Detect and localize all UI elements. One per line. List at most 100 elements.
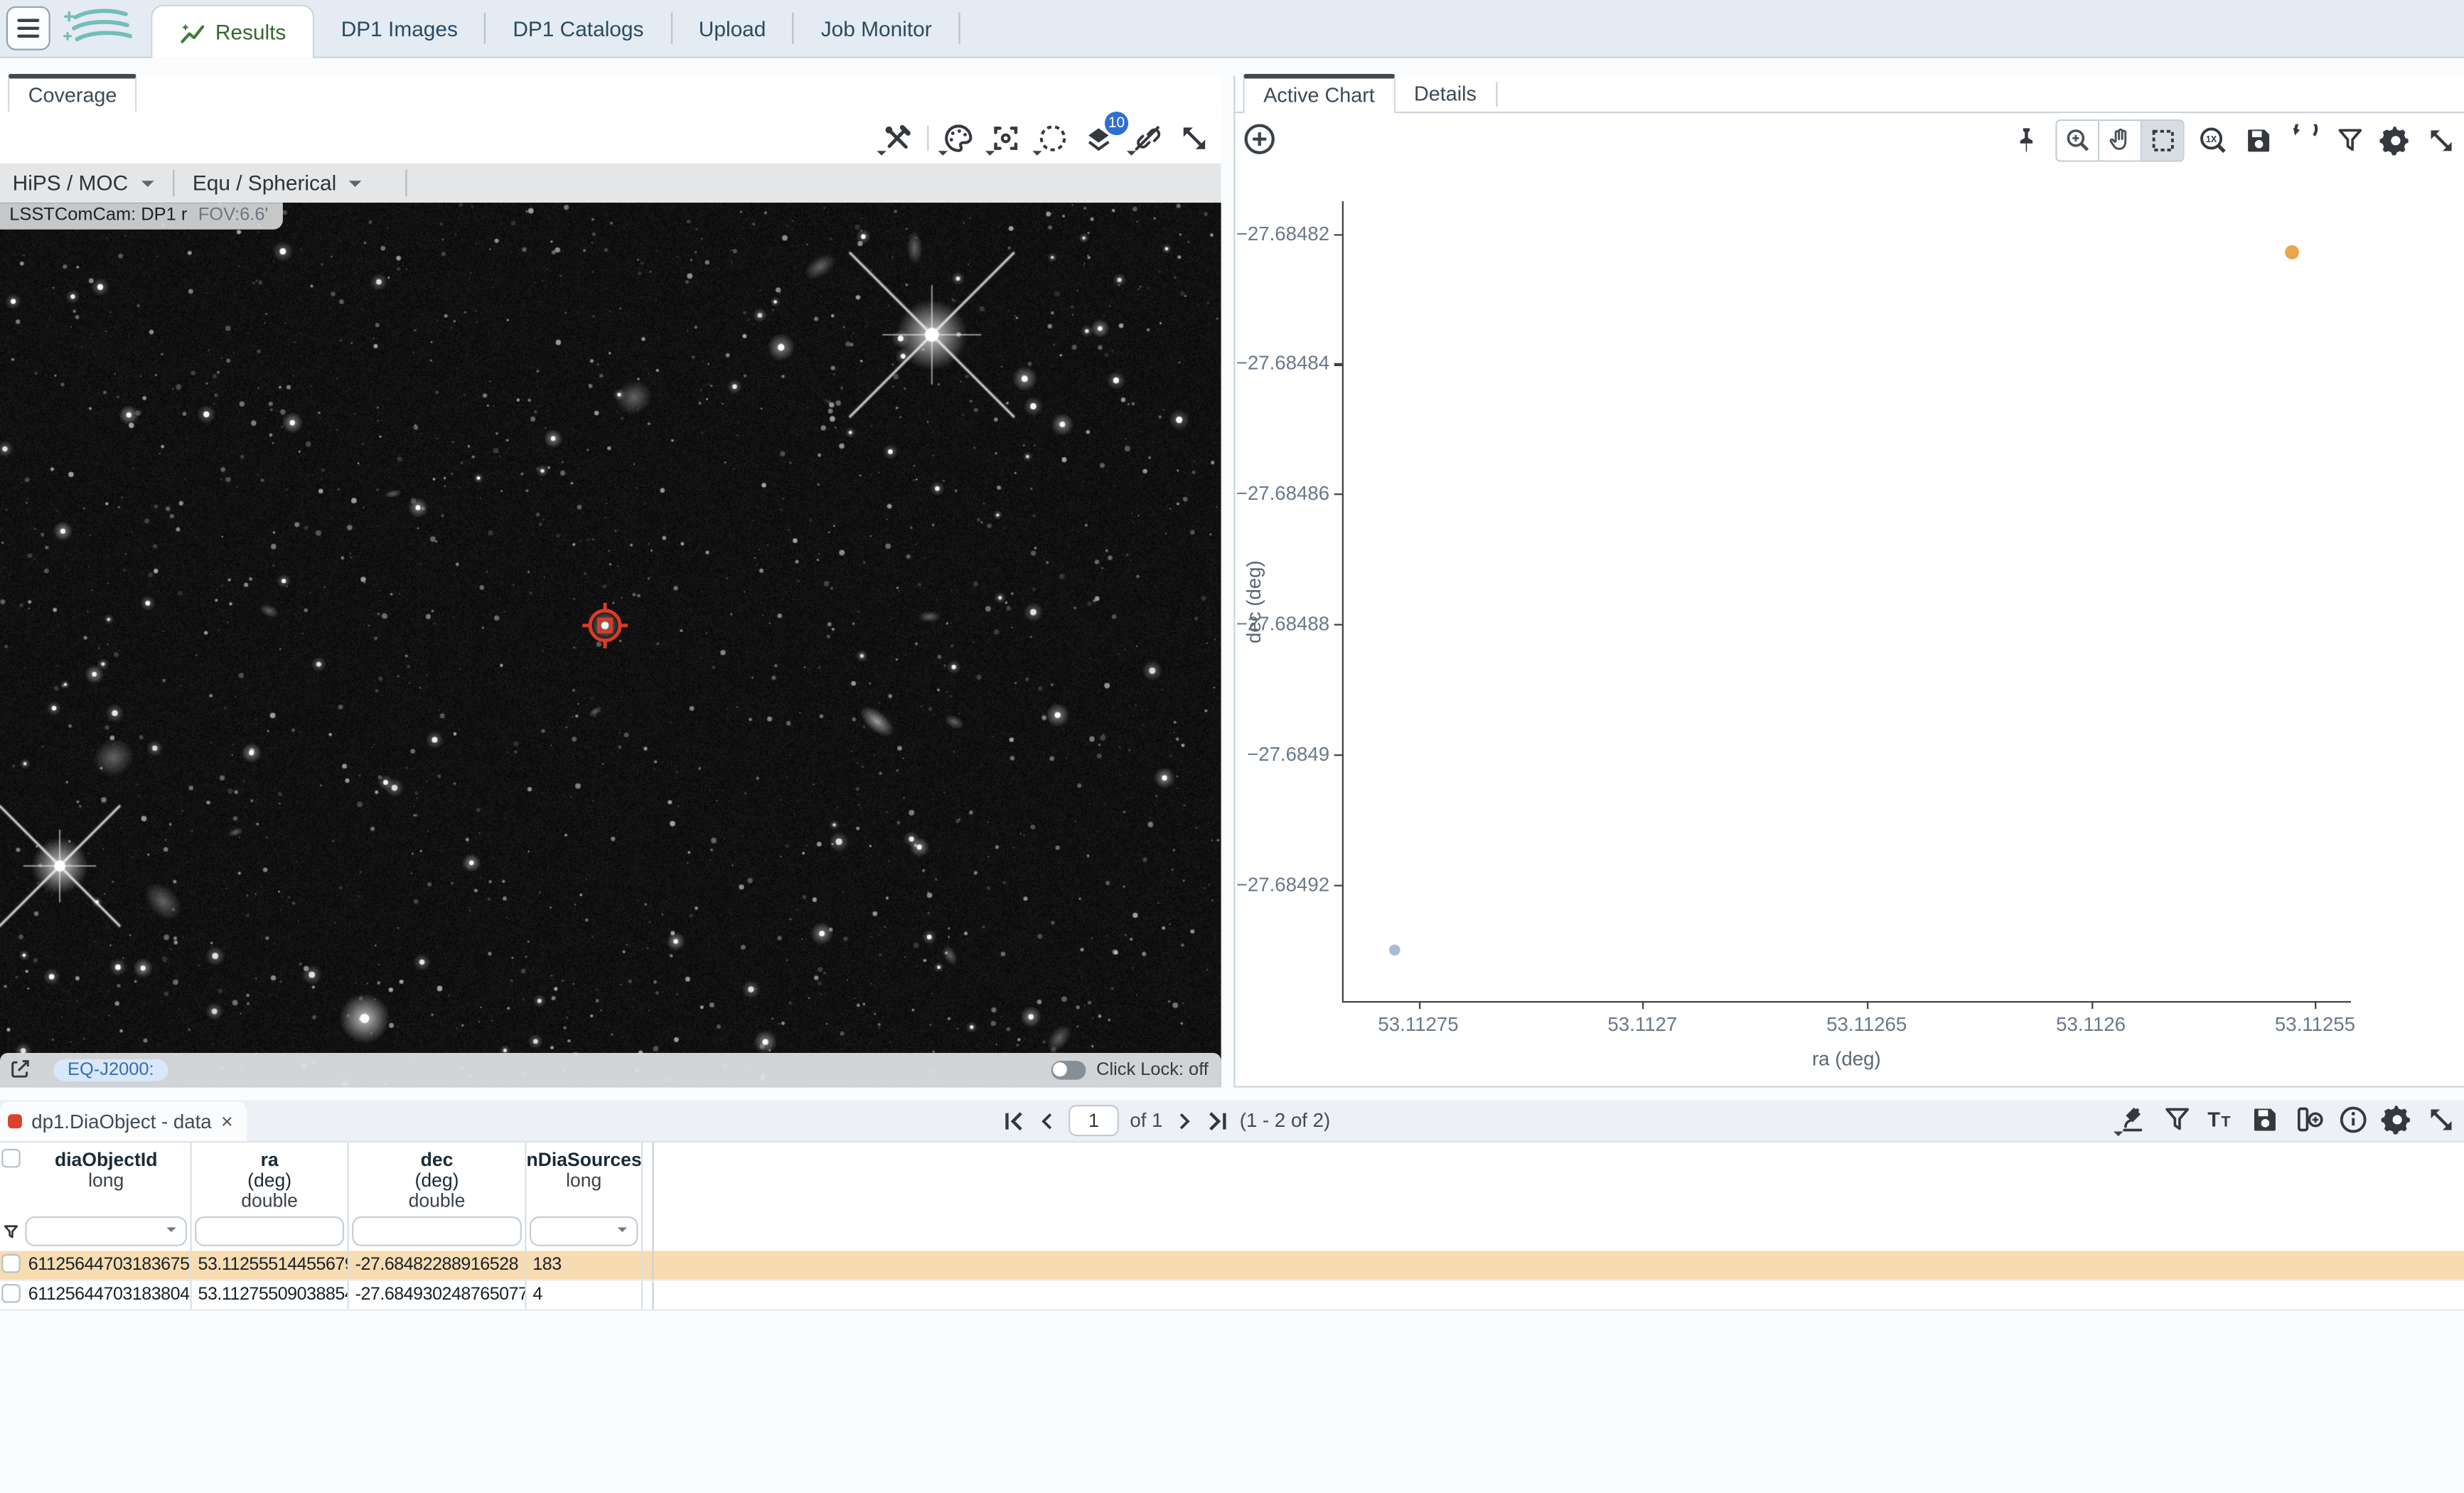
text-view-button[interactable]: T T [2205,1103,2237,1136]
tab-job-monitor[interactable]: Job Monitor [794,0,958,57]
header-gutter [0,1143,22,1211]
image-fov: FOV:6.6' [198,206,269,225]
target-marker-icon [577,597,633,654]
tab-dp1-catalogs[interactable]: DP1 Catalogs [486,0,670,57]
cell-diaObjectId: 611256447031836758 [22,1251,192,1280]
tab-label: Upload [699,16,766,40]
filter-icon [1,1222,21,1241]
x-tick-label: 53.1126 [2028,1014,2154,1036]
coverage-tab-strip: Coverage [0,75,1221,113]
filter-cell [192,1211,349,1251]
dropdown-caret-icon [938,150,948,159]
cell-ra: 53.11255514455679 [192,1251,349,1280]
table-row[interactable]: 611256447031838045 53.11275509038854 -27… [0,1281,2464,1311]
page-number-input[interactable] [1068,1105,1119,1136]
table-row[interactable]: 611256447031836758 53.11255514455679 -27… [0,1251,2464,1281]
y-axis-line [1342,201,1344,1001]
x-tick [2091,1001,2093,1009]
tab-divider [958,13,960,44]
y-tick [1334,364,1342,366]
table-toolbar: dp1.DiaObject - data × of 1 (1 - 2 of 2) [0,1100,2464,1143]
tab-details[interactable]: Details [1396,77,1496,112]
tab-label: Coverage [28,83,117,107]
select-all-checkbox[interactable] [1,1149,21,1168]
x-tick [2315,1001,2317,1009]
coord-readout[interactable]: EQ-J2000: [53,1059,168,1081]
row-gutter [0,1251,22,1280]
column-header-diaObjectId[interactable]: diaObjectId long [22,1143,192,1211]
tab-coverage[interactable]: Coverage [8,74,137,113]
tab-results[interactable]: Results [151,5,314,58]
spacer-column [643,1251,653,1280]
tab-dp1-images[interactable]: DP1 Images [314,0,484,57]
table-filter-button[interactable] [2160,1103,2193,1136]
y-tick [1334,494,1342,496]
expand-table-button[interactable] [2425,1103,2458,1136]
tab-label: Results [215,21,286,44]
hips-moc-label: HiPS / MOC [13,171,129,195]
tab-divider [1495,81,1496,106]
table-settings-button[interactable] [2381,1103,2414,1136]
x-tick-label: 53.11265 [1804,1014,1929,1036]
menu-button[interactable] [6,6,50,50]
tab-label: Details [1414,82,1477,105]
hips-moc-dropdown[interactable]: HiPS / MOC [13,171,154,195]
add-column-button[interactable] [2293,1103,2325,1136]
external-link-icon[interactable] [8,1058,31,1081]
filter-input-nDiaSources[interactable] [530,1216,638,1246]
first-page-button[interactable] [1002,1109,1026,1133]
svg-text:T: T [2207,1109,2220,1132]
table-tab[interactable]: dp1.DiaObject - data × [0,1102,247,1141]
table-filter-row [0,1211,2464,1251]
image-status-bar: EQ-J2000: Click Lock: off [0,1053,1221,1086]
table-pagination: of 1 (1 - 2 of 2) [1002,1100,1330,1140]
unlink-button[interactable] [1130,120,1164,155]
filter-cell [349,1211,527,1251]
y-axis-title: dec (deg) [1243,539,1265,665]
next-page-button[interactable] [1174,1109,1194,1133]
table-info-button[interactable] [2337,1103,2369,1136]
color-palette-button[interactable] [941,120,976,155]
column-header-ra[interactable]: ra (deg) double [192,1143,349,1211]
y-tick-label: −27.68488 [1207,613,1329,635]
toolbar-divider [927,125,928,150]
close-icon[interactable]: × [221,1110,233,1133]
prev-page-button[interactable] [1037,1109,1058,1133]
layers-button[interactable]: 10 [1083,120,1118,155]
select-region-button[interactable] [1036,120,1071,155]
sky-image-viewport[interactable]: LSSTComCam: DP1 r FOV:6.6' EQ-J2000: [0,203,1221,1086]
table-tab-label: dp1.DiaObject - data [31,1111,211,1133]
recenter-button[interactable] [988,120,1023,155]
column-header-dec[interactable]: dec (deg) double [349,1143,527,1211]
dropdown-caret-icon [1127,150,1136,159]
cell-nDiaSources: 4 [527,1281,643,1310]
y-tick-label: −27.68484 [1207,353,1329,375]
click-lock-toggle[interactable] [1051,1060,1086,1079]
main-tabs: Results DP1 Images DP1 Catalogs Upload J… [151,0,960,57]
app-bar: Results DP1 Images DP1 Catalogs Upload J… [0,0,2464,58]
cell-nDiaSources: 183 [527,1251,643,1280]
y-tick [1334,884,1342,886]
column-header-nDiaSources[interactable]: nDiaSources long [527,1143,643,1211]
filter-input-ra[interactable] [195,1216,344,1246]
data-point-objects [1390,945,1400,956]
projection-dropdown[interactable]: Equ / Spherical [193,171,362,195]
save-table-button[interactable] [2249,1103,2281,1136]
filter-input-diaObjectId[interactable] [25,1216,187,1246]
expand-panel-button[interactable] [1177,120,1212,155]
image-tools-button[interactable] [880,120,915,155]
tab-upload[interactable]: Upload [672,0,793,57]
tab-active-chart[interactable]: Active Chart [1243,74,1396,113]
filter-cell [527,1211,643,1251]
filter-input-dec[interactable] [352,1216,522,1246]
scatter-plot[interactable]: −27.68482−27.68484−27.68486−27.68488−27.… [1235,112,2464,1086]
coverage-panel: Coverage [0,75,1221,1088]
x-tick-label: 53.11275 [1356,1014,1482,1036]
table-header-row: diaObjectId long ra (deg) double dec (de… [0,1143,2464,1211]
row-checkbox[interactable] [1,1284,21,1303]
chevron-down-icon [349,180,362,193]
last-page-button[interactable] [1205,1109,1228,1133]
row-gutter [0,1281,22,1310]
row-checkbox[interactable] [1,1254,21,1273]
details-microscope-button[interactable] [2117,1103,2150,1136]
